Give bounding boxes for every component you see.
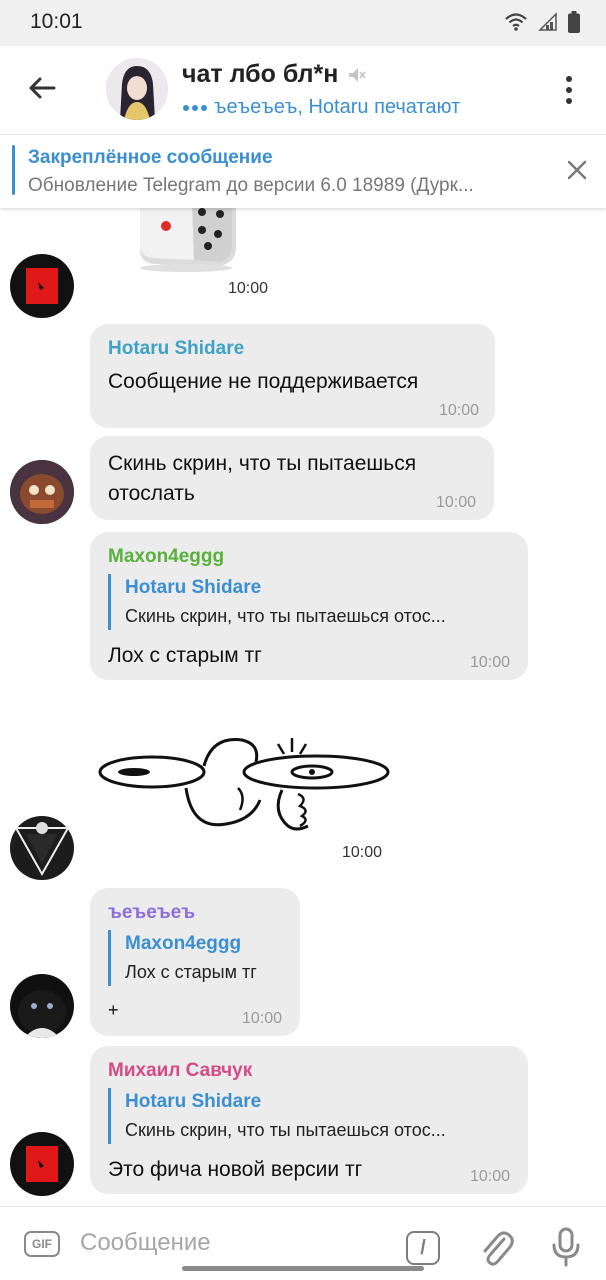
message-time: 10:00 xyxy=(342,844,383,861)
message-input[interactable]: Сообщение xyxy=(80,1229,211,1257)
message-text: Сообщение не поддерживается xyxy=(108,370,419,393)
chat-title[interactable]: чат лбо бл*н xyxy=(182,60,366,89)
typing-status-text: ъеъеъеъ, Hotaru печатают xyxy=(214,96,461,118)
close-icon[interactable] xyxy=(566,159,588,181)
typing-status: ъеъеъеъ, Hotaru печатают xyxy=(182,96,460,119)
avatar[interactable] xyxy=(10,460,74,524)
message-time: 10:00 xyxy=(241,1010,282,1027)
reply-name: Hotaru Shidare xyxy=(125,1091,262,1112)
battery-icon xyxy=(568,11,580,33)
chat-title-text: чат лбо бл*н xyxy=(182,60,339,88)
reply-quote[interactable]: Hotaru Shidare Скинь скрин, что ты пытае… xyxy=(108,574,446,630)
mic-icon[interactable] xyxy=(550,1227,582,1267)
reply-quote[interactable]: Maxon4eggg Лох с старым тг xyxy=(108,930,257,986)
eyes-sticker[interactable] xyxy=(96,730,396,840)
message-sender[interactable]: ъеъеъеъ xyxy=(108,902,195,924)
message-bubble[interactable]: Hotaru Shidare Сообщение не поддерживает… xyxy=(90,324,495,428)
pinned-indicator xyxy=(12,145,15,195)
avatar[interactable] xyxy=(10,1132,74,1196)
message-time: 10:00 xyxy=(228,280,269,297)
avatar[interactable] xyxy=(10,974,74,1038)
message-time: 10:00 xyxy=(469,654,510,671)
chat-header: чат лбо бл*н ъеъеъеъ, Hotaru печатают xyxy=(0,46,606,132)
message-bubble[interactable]: ъеъеъеъ Maxon4eggg Лох с старым тг + 10:… xyxy=(90,888,300,1036)
message-time: 10:00 xyxy=(438,402,479,419)
message-sender[interactable]: Hotaru Shidare xyxy=(108,338,244,360)
typing-dots-icon xyxy=(183,104,207,111)
back-arrow-icon[interactable] xyxy=(22,68,62,108)
message-text-line-2: отослать xyxy=(108,482,195,505)
message-time: 10:00 xyxy=(469,1168,510,1185)
reply-name: Maxon4eggg xyxy=(125,933,242,954)
signal-icon xyxy=(538,12,557,31)
message-bubble[interactable]: Maxon4eggg Hotaru Shidare Скинь скрин, ч… xyxy=(90,532,528,680)
avatar[interactable] xyxy=(10,816,74,880)
reply-quote[interactable]: Hotaru Shidare Скинь скрин, что ты пытае… xyxy=(108,1088,446,1144)
wifi-icon xyxy=(505,13,527,31)
pinned-text: Обновление Telegram до версии 6.0 18989 … xyxy=(28,175,474,196)
message-text-line-1: Скинь скрин, что ты пытаешься xyxy=(108,452,417,475)
pinned-message[interactable]: Закреплённое сообщение Обновление Telegr… xyxy=(0,134,606,208)
status-time: 10:01 xyxy=(30,10,83,33)
home-indicator[interactable] xyxy=(182,1266,424,1271)
reply-name: Hotaru Shidare xyxy=(125,577,262,598)
status-bar: 10:01 xyxy=(0,0,606,46)
message-sender[interactable]: Maxon4eggg xyxy=(108,546,224,568)
message-text: Это фича новой версии тг xyxy=(108,1158,363,1181)
message-text: Лох с старым тг xyxy=(108,644,262,667)
attach-icon[interactable] xyxy=(478,1227,514,1267)
message-sender[interactable]: Михаил Савчук xyxy=(108,1060,252,1082)
avatar[interactable] xyxy=(10,254,74,318)
dice-sticker[interactable] xyxy=(132,200,244,272)
menu-dots-icon[interactable] xyxy=(554,72,584,108)
reply-text: Скинь скрин, что ты пытаешься отос... xyxy=(125,606,446,626)
message-text: + xyxy=(108,1000,119,1020)
bot-command-button[interactable]: / xyxy=(406,1231,440,1265)
reply-text: Лох с старым тг xyxy=(125,962,257,982)
pinned-title: Закреплённое сообщение xyxy=(28,147,273,168)
mute-icon xyxy=(349,67,366,82)
message-bubble[interactable]: Скинь скрин, что ты пытаешься отослать 1… xyxy=(90,436,494,520)
chat-avatar[interactable] xyxy=(106,58,168,120)
message-bubble[interactable]: Михаил Савчук Hotaru Shidare Скинь скрин… xyxy=(90,1046,528,1194)
message-time: 10:00 xyxy=(435,494,476,511)
gif-button[interactable]: GIF xyxy=(24,1231,60,1257)
reply-text: Скинь скрин, что ты пытаешься отос... xyxy=(125,1120,446,1140)
